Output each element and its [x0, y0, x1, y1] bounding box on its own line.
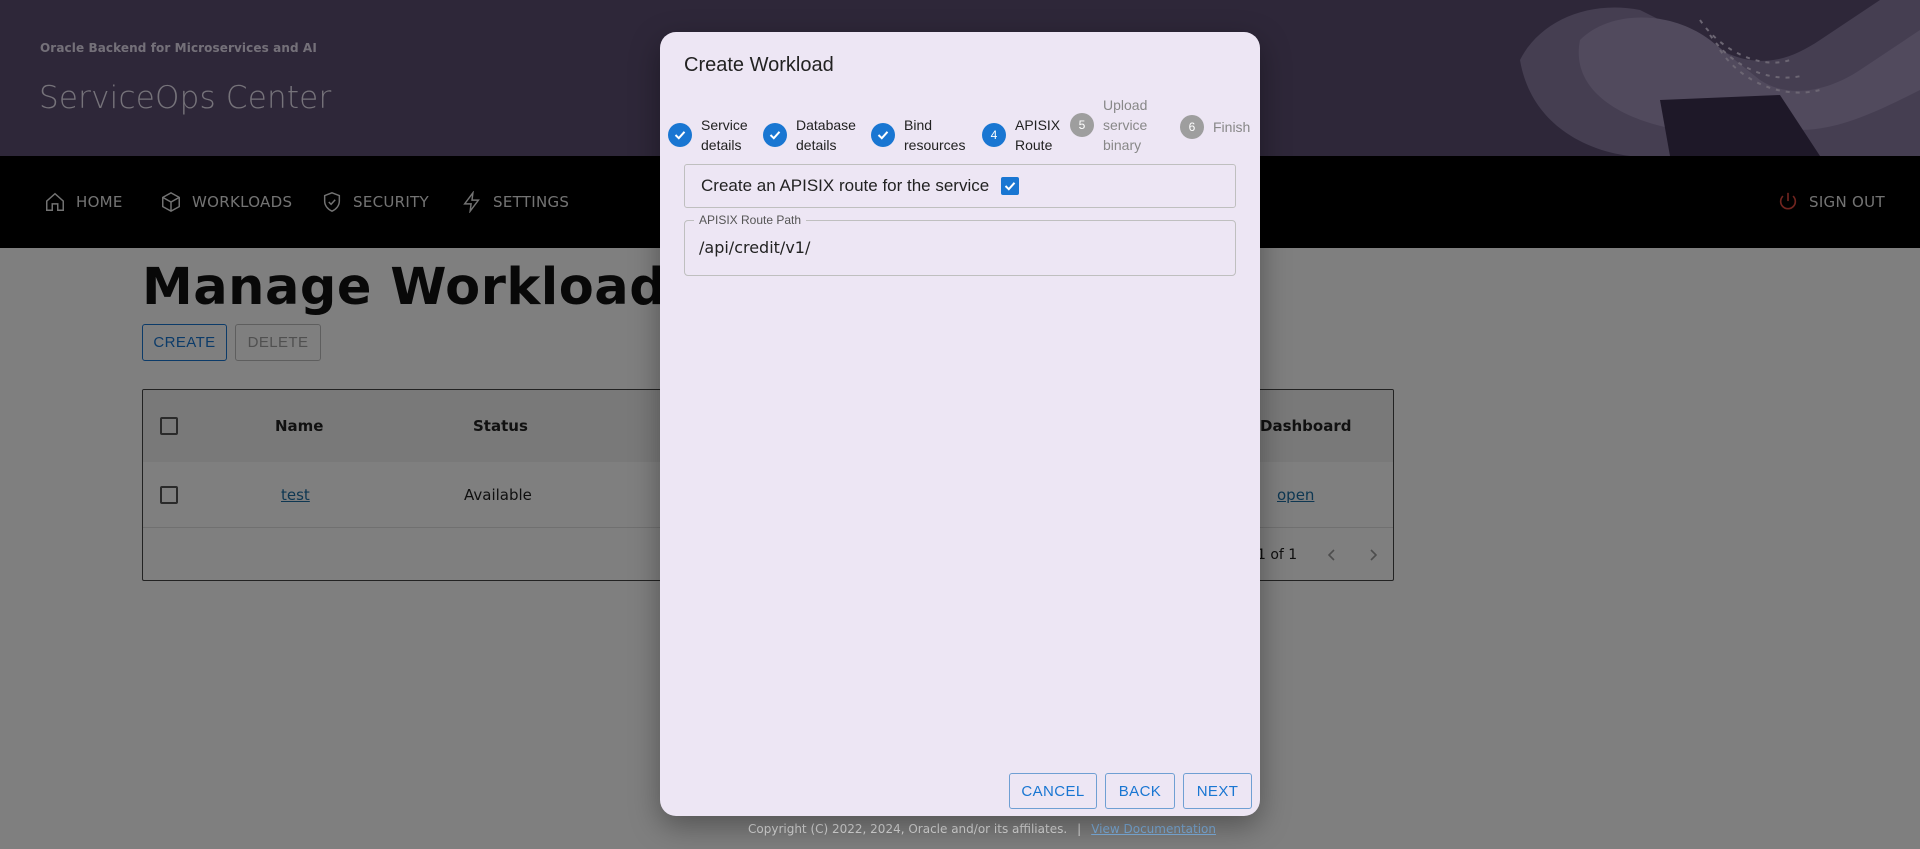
apisix-route-checkbox-label: Create an APISIX route for the service [701, 176, 990, 195]
back-button[interactable]: BACK [1105, 773, 1175, 809]
dialog-title: Create Workload [684, 54, 834, 76]
apisix-route-path-field[interactable]: APISIX Route Path /api/credit/v1/ [684, 213, 1236, 276]
step-database-details: Database details [763, 115, 862, 155]
step-label: Service details [701, 117, 748, 153]
footer-separator: | [1077, 822, 1082, 836]
step-label: Bind resources [904, 117, 966, 153]
checkmark-icon [1005, 182, 1016, 191]
step-complete-icon [763, 123, 787, 147]
step-apisix-route: 4 APISIX Route [982, 115, 1065, 155]
step-complete-icon [668, 123, 692, 147]
step-number-icon: 5 [1070, 113, 1094, 137]
step-finish: 6 Finish [1180, 115, 1250, 139]
copyright-text: Copyright (C) 2022, 2024, Oracle and/or … [748, 822, 1068, 836]
page-footer: Copyright (C) 2022, 2024, Oracle and/or … [748, 822, 1216, 836]
step-label: Database details [796, 117, 856, 153]
apisix-route-toggle-row: Create an APISIX route for the service [684, 164, 1236, 208]
cancel-button[interactable]: CANCEL [1009, 773, 1097, 809]
step-complete-icon [871, 123, 895, 147]
step-service-details: Service details [668, 115, 751, 155]
step-label: Upload service binary [1103, 97, 1148, 153]
view-documentation-link[interactable]: View Documentation [1091, 822, 1216, 836]
step-number-icon: 6 [1180, 115, 1204, 139]
step-label: APISIX Route [1015, 117, 1061, 153]
apisix-route-checkbox[interactable] [1001, 177, 1020, 195]
step-label: Finish [1213, 119, 1251, 135]
step-upload-service-binary: 5 Upload service binary [1070, 95, 1157, 155]
step-bind-resources: Bind resources [871, 115, 974, 155]
apisix-route-path-input[interactable]: /api/credit/v1/ [699, 238, 810, 257]
apisix-route-path-label: APISIX Route Path [694, 213, 807, 227]
create-workload-dialog: Create Workload Service details Database… [660, 32, 1260, 816]
next-button[interactable]: NEXT [1183, 773, 1252, 809]
step-number-icon: 4 [982, 123, 1006, 147]
